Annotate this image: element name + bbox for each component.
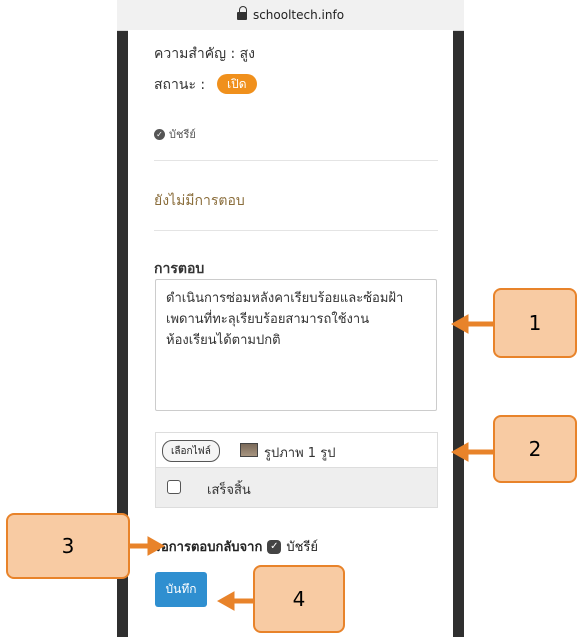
arrow-2-head [450,442,469,462]
callout-arrows [130,314,493,611]
arrow-1-head [450,314,469,334]
arrow-3-head [147,536,166,556]
arrow-4-head [216,591,235,611]
